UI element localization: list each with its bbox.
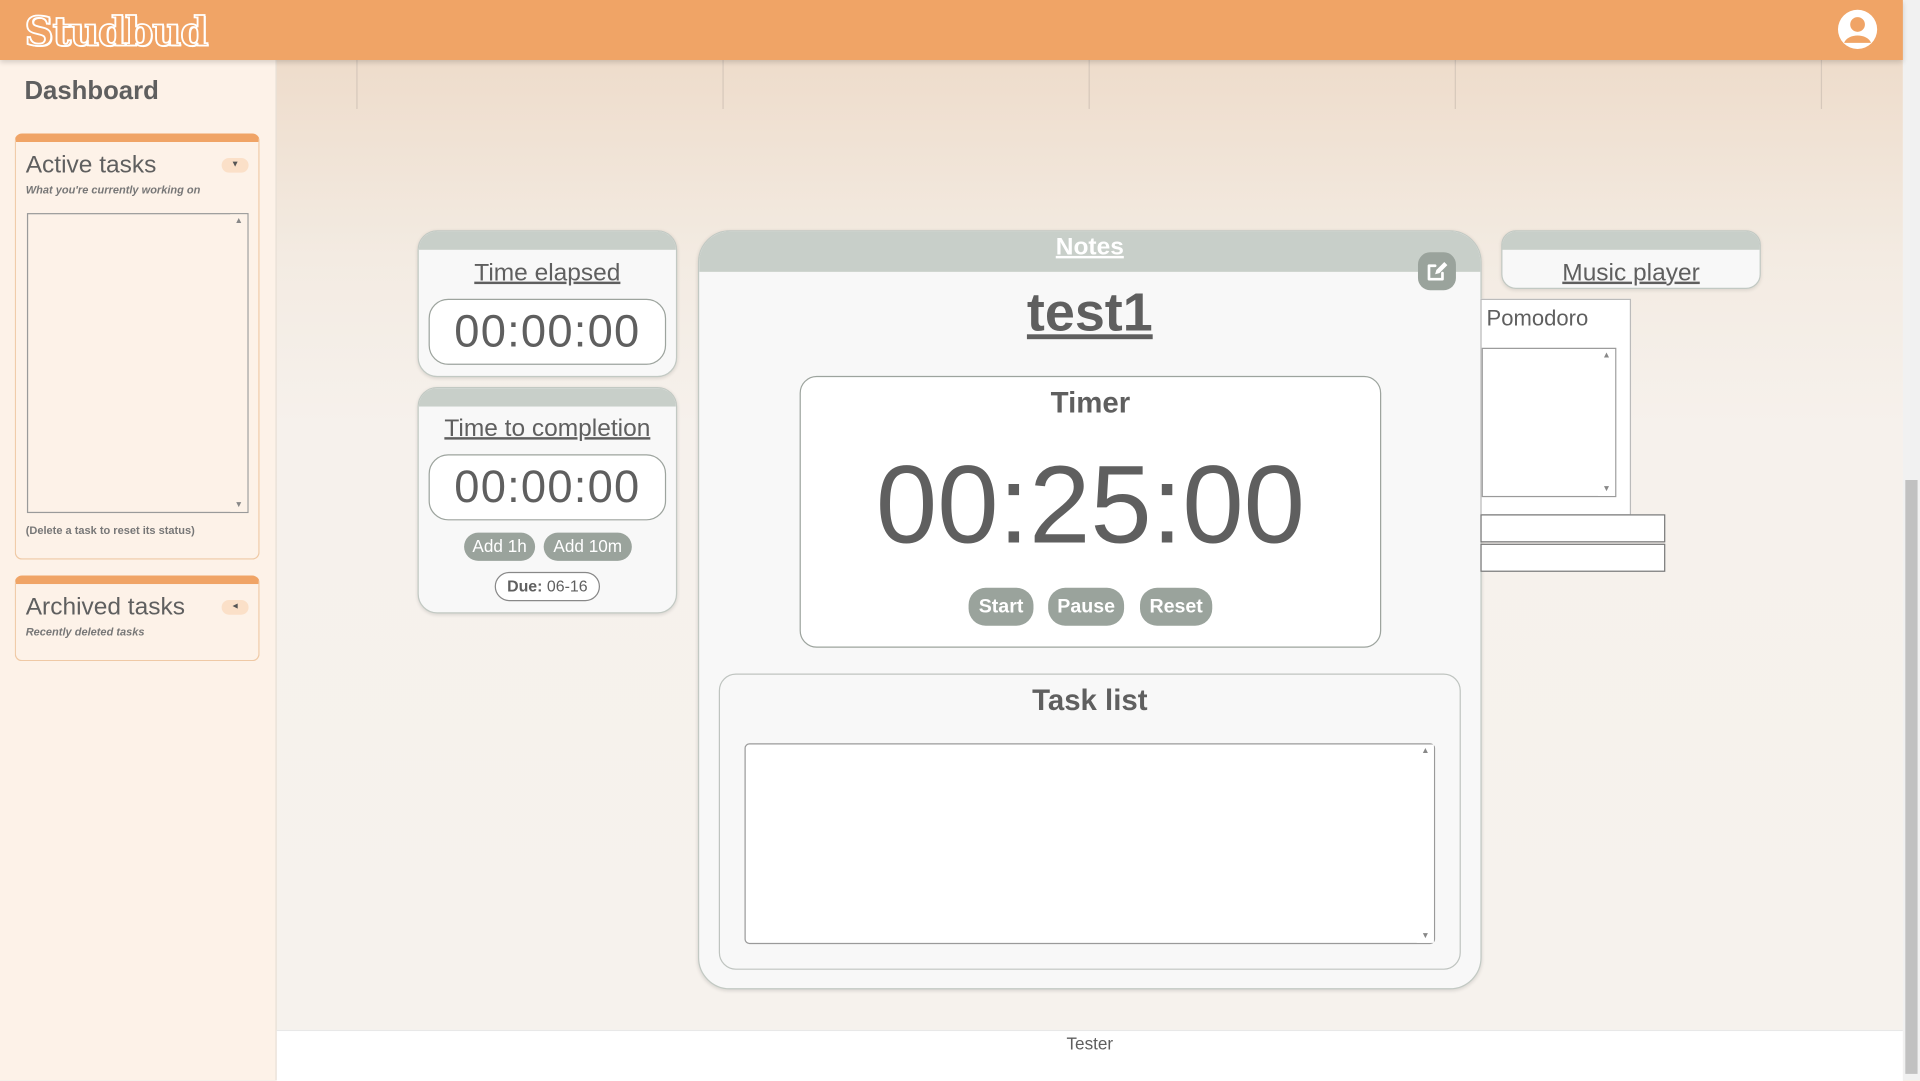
music-player-title[interactable]: Music player	[1502, 260, 1759, 288]
chevron-left-icon[interactable]: ◄	[221, 600, 249, 615]
divider	[722, 60, 724, 109]
sidebar: Dashboard Active tasks What you're curre…	[0, 60, 277, 1081]
add-10m-button[interactable]: Add 10m	[543, 532, 632, 561]
pomodoro-list[interactable]: ▲ ▼	[1481, 347, 1617, 498]
timer-panel: Timer 00:25:00 Start Pause Reset	[799, 375, 1382, 648]
pomodoro-input-2[interactable]	[1480, 543, 1666, 572]
archived-tasks-panel: Archived tasks Recently deleted tasks ◄	[14, 575, 260, 662]
pomodoro-input-1[interactable]	[1480, 514, 1666, 543]
task-list-title: Task list	[1032, 684, 1148, 718]
due-label: Due:	[507, 576, 543, 596]
time-to-completion-card: Time to completion 00:00:00 Add 1h Add 1…	[417, 386, 678, 614]
notes-title[interactable]: Notes	[699, 234, 1480, 262]
archived-tasks-title: Archived tasks	[25, 593, 185, 621]
due-date-badge[interactable]: Due: 06-16	[494, 571, 601, 602]
divider	[1088, 60, 1090, 109]
chevron-down-icon[interactable]: ▼	[221, 157, 249, 173]
document-title[interactable]: test1	[699, 283, 1480, 344]
time-to-completion-title[interactable]: Time to completion	[419, 415, 676, 443]
active-tasks-scrollbar[interactable]: ▲ ▼	[230, 214, 248, 512]
notes-card: Notes test1 Timer 00:25:00 Start Pause R…	[697, 230, 1482, 990]
divider	[1820, 60, 1823, 109]
active-tasks-subtitle: What you're currently working on	[25, 183, 201, 196]
task-list-scrollbar[interactable]: ▲ ▼	[1416, 744, 1434, 943]
music-player-card: Music player	[1501, 230, 1761, 289]
pomodoro-scrollbar[interactable]: ▲ ▼	[1597, 348, 1616, 496]
task-list-panel: Task list ▲ ▼	[718, 673, 1461, 970]
timer-title: Timer	[1050, 386, 1131, 421]
page-scrollbar-thumb[interactable]	[1905, 480, 1918, 1074]
page-scrollbar[interactable]	[1902, 0, 1920, 1081]
footer-text: Tester	[1066, 1033, 1114, 1054]
active-tasks-note: (Delete a task to reset its status)	[25, 524, 195, 537]
sidebar-title: Dashboard	[24, 77, 159, 106]
archived-tasks-subtitle: Recently deleted tasks	[25, 625, 145, 638]
time-elapsed-card: Time elapsed 00:00:00	[417, 230, 678, 378]
time-elapsed-title[interactable]: Time elapsed	[419, 260, 676, 288]
divider	[1454, 60, 1456, 109]
pomodoro-panel: Pomodoro ▲ ▼	[1480, 298, 1632, 516]
user-circle-icon[interactable]	[1837, 9, 1878, 49]
task-list-box[interactable]: ▲ ▼	[744, 743, 1436, 945]
footer: Tester	[276, 1029, 1903, 1081]
active-tasks-title: Active tasks	[25, 151, 157, 179]
add-1h-button[interactable]: Add 1h	[464, 532, 536, 561]
time-to-completion-value: 00:00:00	[428, 454, 667, 521]
top-header: Studbud	[0, 0, 1903, 61]
app-logo[interactable]: Studbud	[24, 6, 210, 56]
start-button[interactable]: Start	[968, 587, 1034, 626]
pause-button[interactable]: Pause	[1048, 587, 1125, 626]
pomodoro-title: Pomodoro	[1486, 306, 1589, 331]
time-elapsed-value: 00:00:00	[428, 298, 667, 365]
reset-button[interactable]: Reset	[1140, 587, 1213, 626]
active-tasks-list[interactable]: ▲ ▼	[26, 213, 249, 514]
active-tasks-panel: Active tasks What you're currently worki…	[14, 133, 260, 560]
divider	[356, 60, 358, 109]
due-value: 06-16	[546, 576, 588, 596]
timer-display: 00:25:00	[875, 444, 1305, 567]
